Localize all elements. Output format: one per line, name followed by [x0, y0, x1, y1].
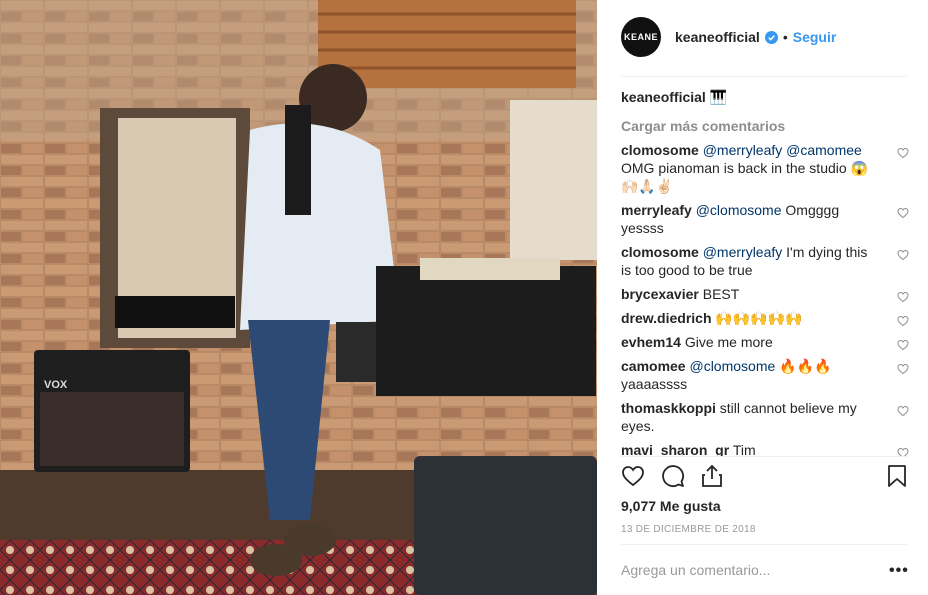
comment-username[interactable]: clomosome	[621, 142, 699, 158]
comment-text: 🙌🙌🙌🙌🙌	[715, 310, 803, 326]
comment-text: OMG pianoman is back in the studio 😱 🙌🏻🙏…	[621, 160, 868, 194]
comment-username[interactable]: merryleafy	[621, 202, 692, 218]
follow-button[interactable]: Seguir	[793, 29, 837, 45]
comment-like-heart-icon[interactable]	[897, 447, 909, 456]
comment-row: merryleafy @clomosome Omgggg yessss	[621, 201, 911, 237]
comment-mention[interactable]: @clomosome	[689, 358, 775, 374]
comment-row: camomee @clomosome 🔥🔥🔥 yaaaassss	[621, 357, 911, 393]
comment-row: mavi_sharon_gr Tim	[621, 441, 911, 456]
divider	[621, 76, 907, 77]
action-bar	[621, 464, 911, 492]
comment-like-heart-icon[interactable]	[897, 405, 909, 417]
comment-row: clomosome @merryleafy I'm dying this is …	[621, 243, 911, 279]
comment-username[interactable]: camomee	[621, 358, 686, 374]
comment-like-heart-icon[interactable]	[897, 249, 909, 261]
username-link[interactable]: keaneofficial	[675, 29, 760, 45]
divider	[621, 544, 907, 545]
comments-list[interactable]: keaneofficial 🎹 Cargar más comentarios c…	[621, 86, 911, 456]
comment-like-heart-icon[interactable]	[897, 363, 909, 375]
add-comment-input[interactable]: Agrega un comentario...	[621, 562, 770, 578]
bookmark-icon[interactable]	[887, 464, 907, 488]
post-date[interactable]: 13 DE DICIEMBRE DE 2018	[621, 524, 756, 535]
post-header: KEANE keaneofficial • Seguir	[621, 16, 907, 58]
verified-badge-icon	[764, 30, 778, 44]
studio-photo-illustration: VOX	[0, 0, 597, 595]
comment-like-heart-icon[interactable]	[897, 147, 909, 159]
comment-username[interactable]: evhem14	[621, 334, 681, 350]
comment-row: clomosome @merryleafy @camomee OMG piano…	[621, 141, 911, 195]
comment-text: BEST	[702, 286, 740, 302]
likes-count[interactable]: 9,077 Me gusta	[621, 498, 721, 514]
comment-row: evhem14 Give me more	[621, 333, 911, 351]
caption-text: 🎹	[709, 89, 728, 105]
comment-like-heart-icon[interactable]	[897, 291, 909, 303]
comment-text: Tim	[732, 442, 756, 456]
comment-username[interactable]: brycexavier	[621, 286, 699, 302]
comment-username[interactable]: thomaskkoppi	[621, 400, 716, 416]
comment-like-heart-icon[interactable]	[897, 315, 909, 327]
comment-row: brycexavier BEST	[621, 285, 911, 303]
comment-icon[interactable]	[661, 464, 685, 488]
comment-mention[interactable]: @clomosome	[696, 202, 782, 218]
more-options-button[interactable]: •••	[889, 562, 909, 580]
comment-like-heart-icon[interactable]	[897, 207, 909, 219]
comment-username[interactable]: drew.diedrich	[621, 310, 712, 326]
caption: keaneofficial 🎹	[621, 88, 911, 106]
caption-username[interactable]: keaneofficial	[621, 89, 706, 105]
comment-mention[interactable]: @merryleafy	[703, 244, 783, 260]
comment-container: clomosome @merryleafy @camomee OMG piano…	[621, 141, 911, 456]
load-more-comments[interactable]: Cargar más comentarios	[621, 117, 911, 135]
comment-row: thomaskkoppi still cannot believe my eye…	[621, 399, 911, 435]
heart-icon[interactable]	[621, 464, 645, 488]
separator-dot: •	[782, 29, 788, 45]
comment-mention[interactable]: @merryleafy @camomee	[703, 142, 862, 158]
comment-username[interactable]: mavi_sharon_gr	[621, 442, 729, 456]
share-icon[interactable]	[701, 464, 723, 488]
comment-text: Give me more	[684, 334, 773, 350]
comment-row: drew.diedrich 🙌🙌🙌🙌🙌	[621, 309, 911, 327]
post-panel: KEANE keaneofficial • Seguir keaneoffici…	[597, 0, 928, 595]
comment-username[interactable]: clomosome	[621, 244, 699, 260]
post-photo[interactable]: VOX	[0, 0, 597, 595]
vox-logo: VOX	[44, 379, 68, 391]
avatar[interactable]: KEANE	[621, 17, 661, 57]
divider	[621, 456, 907, 457]
comment-like-heart-icon[interactable]	[897, 339, 909, 351]
